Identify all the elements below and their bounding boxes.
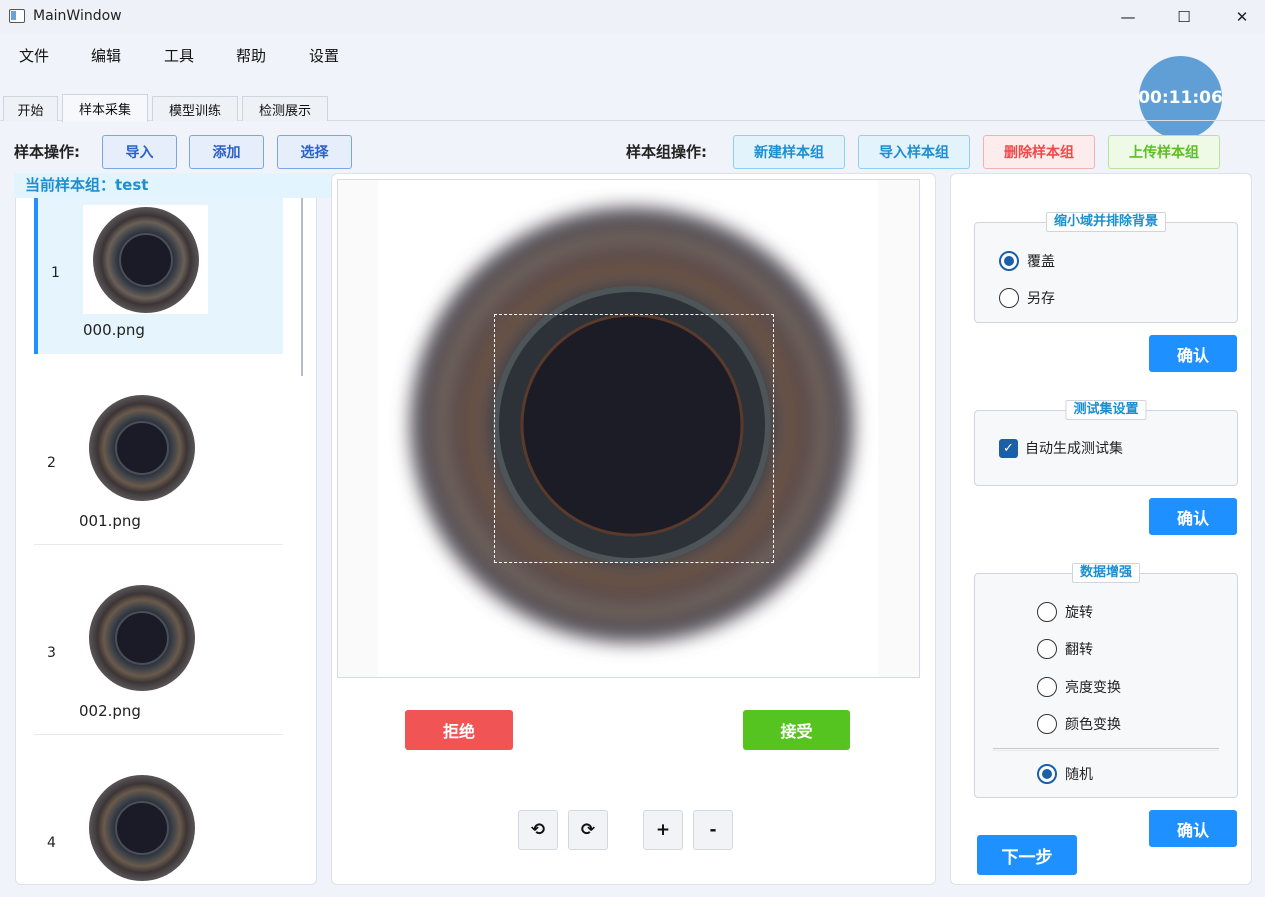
current-group-label: 当前样本组：test bbox=[14, 173, 332, 198]
random-label: 随机 bbox=[1065, 767, 1093, 783]
sample-filename: 002.png bbox=[79, 702, 141, 720]
sample-thumbnail bbox=[79, 393, 204, 502]
random-radio[interactable]: 随机 bbox=[1037, 764, 1093, 784]
roi-selection-box[interactable] bbox=[494, 314, 774, 563]
save-as-radio[interactable]: 另存 bbox=[999, 288, 1055, 308]
sample-filename: 001.png bbox=[79, 512, 141, 530]
import-button[interactable]: 导入 bbox=[102, 135, 177, 169]
sample-ops-label: 样本操作: bbox=[14, 143, 80, 161]
augment-groupbox: 数据增强 旋转 翻转 亮度变换 颜色变换 随机 bbox=[974, 563, 1238, 798]
rotate-radio[interactable]: 旋转 bbox=[1037, 602, 1093, 622]
flip-label: 翻转 bbox=[1065, 642, 1093, 658]
menu-edit[interactable]: 编辑 bbox=[91, 45, 121, 66]
delete-group-button[interactable]: 删除样本组 bbox=[983, 135, 1095, 169]
accept-button[interactable]: 接受 bbox=[743, 710, 850, 750]
brightness-label: 亮度变换 bbox=[1065, 680, 1121, 696]
tab-bar: 开始 样本采集 模型训练 检测展示 bbox=[0, 94, 1265, 122]
sample-item[interactable]: 3 002.png bbox=[34, 545, 283, 735]
rotate-left-button[interactable]: ⟲ bbox=[518, 810, 558, 850]
augment-title: 数据增强 bbox=[1071, 563, 1141, 583]
sample-filename: 000.png bbox=[83, 321, 145, 339]
reject-button[interactable]: 拒绝 bbox=[405, 710, 513, 750]
zoom-in-button[interactable]: + bbox=[643, 810, 683, 850]
sample-index: 2 bbox=[47, 455, 56, 471]
list-scrollbar[interactable] bbox=[301, 198, 303, 376]
auto-testset-label: 自动生成测试集 bbox=[1025, 441, 1123, 457]
roi-title: 缩小域并排除背景 bbox=[1045, 212, 1167, 232]
minimize-button[interactable]: — bbox=[1105, 0, 1151, 34]
radio-icon[interactable] bbox=[1037, 639, 1057, 659]
rotate-label: 旋转 bbox=[1065, 605, 1093, 621]
import-group-button[interactable]: 导入样本组 bbox=[858, 135, 970, 169]
sample-index: 4 bbox=[47, 835, 56, 851]
sample-thumbnail bbox=[79, 583, 204, 692]
radio-icon[interactable] bbox=[1037, 714, 1057, 734]
brightness-radio[interactable]: 亮度变换 bbox=[1037, 677, 1121, 697]
testset-title: 测试集设置 bbox=[1065, 400, 1147, 420]
sample-thumbnail bbox=[79, 773, 204, 882]
sample-index: 1 bbox=[51, 265, 60, 281]
zoom-out-button[interactable]: - bbox=[693, 810, 733, 850]
tab-detection-display[interactable]: 检测展示 bbox=[242, 96, 328, 121]
menu-tools[interactable]: 工具 bbox=[164, 45, 194, 66]
color-label: 颜色变换 bbox=[1065, 717, 1121, 733]
group-ops-label: 样本组操作: bbox=[626, 143, 707, 161]
testset-groupbox: 测试集设置 ✓ 自动生成测试集 bbox=[974, 400, 1238, 486]
color-radio[interactable]: 颜色变换 bbox=[1037, 714, 1121, 734]
image-viewer[interactable] bbox=[337, 179, 920, 678]
overwrite-label: 覆盖 bbox=[1027, 254, 1055, 270]
tab-start[interactable]: 开始 bbox=[3, 96, 58, 121]
flip-radio[interactable]: 翻转 bbox=[1037, 639, 1093, 659]
augment-divider bbox=[993, 748, 1219, 751]
auto-testset-checkbox[interactable]: ✓ 自动生成测试集 bbox=[999, 438, 1123, 458]
sample-item[interactable]: 4 bbox=[34, 735, 283, 883]
rotate-right-button[interactable]: ⟳ bbox=[568, 810, 608, 850]
new-group-button[interactable]: 新建样本组 bbox=[733, 135, 845, 169]
close-button[interactable]: ✕ bbox=[1219, 0, 1265, 34]
sample-thumbnail bbox=[83, 205, 208, 314]
menu-bar: 文件 编辑 工具 帮助 设置 bbox=[0, 34, 1265, 74]
roi-confirm-button[interactable]: 确认 bbox=[1149, 335, 1237, 372]
next-step-button[interactable]: 下一步 bbox=[977, 835, 1077, 875]
roi-groupbox: 缩小域并排除背景 覆盖 另存 bbox=[974, 212, 1238, 323]
upload-group-button[interactable]: 上传样本组 bbox=[1108, 135, 1220, 169]
sample-item[interactable]: 1 000.png bbox=[34, 198, 283, 354]
checkmark-icon[interactable]: ✓ bbox=[999, 438, 1018, 458]
app-icon bbox=[9, 9, 25, 23]
overwrite-radio[interactable]: 覆盖 bbox=[999, 251, 1055, 271]
radio-icon[interactable] bbox=[999, 288, 1019, 308]
radio-icon[interactable] bbox=[999, 251, 1019, 271]
radio-icon[interactable] bbox=[1037, 764, 1057, 784]
augment-confirm-button[interactable]: 确认 bbox=[1149, 810, 1237, 847]
add-button[interactable]: 添加 bbox=[189, 135, 264, 169]
sample-item[interactable]: 2 001.png bbox=[34, 355, 283, 545]
tab-sample-collection[interactable]: 样本采集 bbox=[62, 94, 148, 122]
title-bar: MainWindow — ☐ ✕ bbox=[0, 0, 1265, 34]
select-button[interactable]: 选择 bbox=[277, 135, 352, 169]
menu-file[interactable]: 文件 bbox=[19, 45, 49, 66]
window-title: MainWindow bbox=[33, 8, 122, 24]
maximize-button[interactable]: ☐ bbox=[1161, 0, 1207, 34]
radio-icon[interactable] bbox=[1037, 602, 1057, 622]
save-as-label: 另存 bbox=[1027, 291, 1055, 307]
sample-index: 3 bbox=[47, 645, 56, 661]
menu-settings[interactable]: 设置 bbox=[309, 45, 339, 66]
tab-model-training[interactable]: 模型训练 bbox=[152, 96, 238, 121]
menu-help[interactable]: 帮助 bbox=[236, 45, 266, 66]
radio-icon[interactable] bbox=[1037, 677, 1057, 697]
testset-confirm-button[interactable]: 确认 bbox=[1149, 498, 1237, 535]
